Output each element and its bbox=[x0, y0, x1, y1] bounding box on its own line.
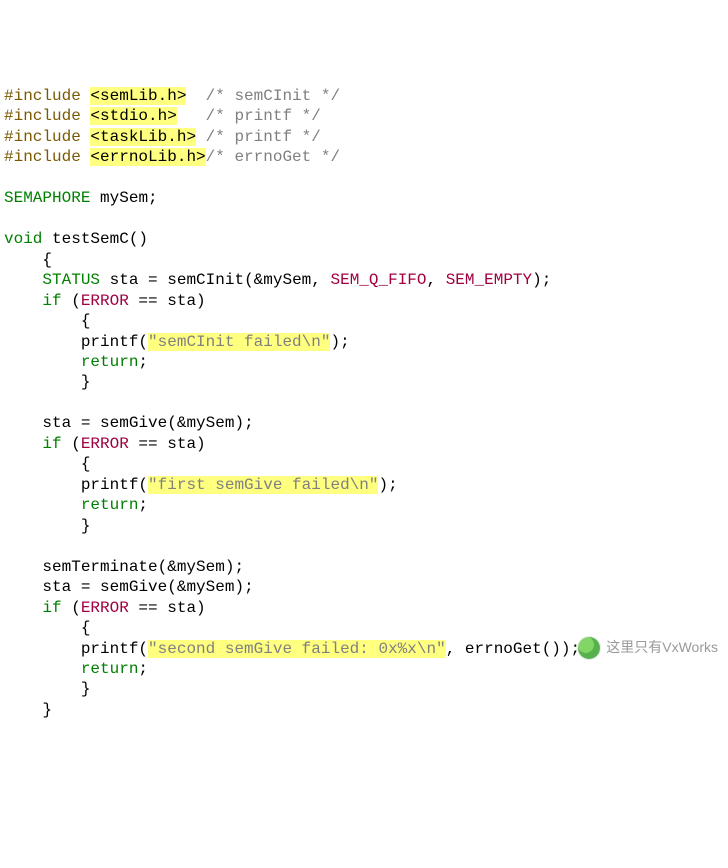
wechat-icon bbox=[578, 637, 600, 659]
watermark: 这里只有VxWorks bbox=[578, 637, 718, 659]
watermark-text: 这里只有VxWorks bbox=[606, 639, 718, 657]
code-block: #include <semLib.h> /* semCInit */ #incl… bbox=[4, 86, 724, 721]
